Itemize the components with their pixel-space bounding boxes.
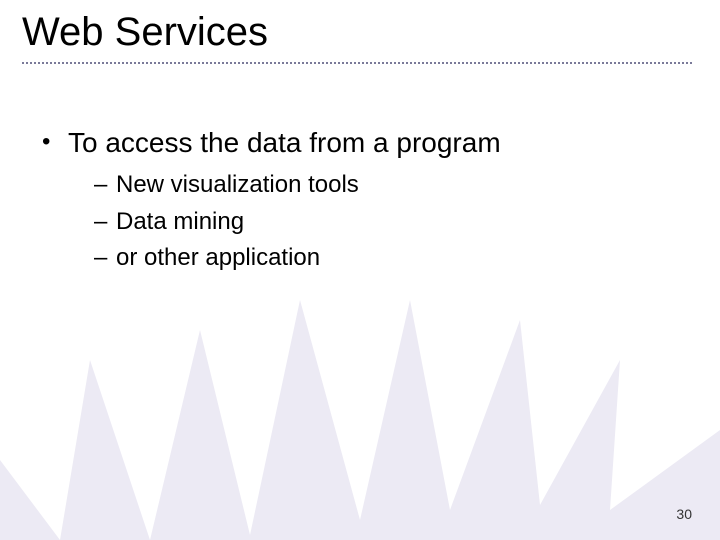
bullet-dash-icon: –: [94, 206, 116, 238]
bullet-level2: – or other application: [94, 242, 680, 274]
page-number: 30: [676, 506, 692, 522]
title-underline: [22, 62, 692, 64]
slide-body: • To access the data from a program – Ne…: [42, 125, 680, 279]
bullet-text: or other application: [116, 242, 320, 274]
bullet-dot-icon: •: [42, 125, 68, 161]
bullet-dash-icon: –: [94, 242, 116, 274]
bullet-text: Data mining: [116, 206, 244, 238]
bullet-level1: • To access the data from a program: [42, 125, 680, 161]
bullet-level2: – Data mining: [94, 206, 680, 238]
bullet-text: To access the data from a program: [68, 125, 501, 161]
slide: Web Services • To access the data from a…: [0, 0, 720, 540]
bullet-dash-icon: –: [94, 169, 116, 201]
bullet-level2: – New visualization tools: [94, 169, 680, 201]
bullet-text: New visualization tools: [116, 169, 359, 201]
slide-title: Web Services: [22, 10, 268, 57]
